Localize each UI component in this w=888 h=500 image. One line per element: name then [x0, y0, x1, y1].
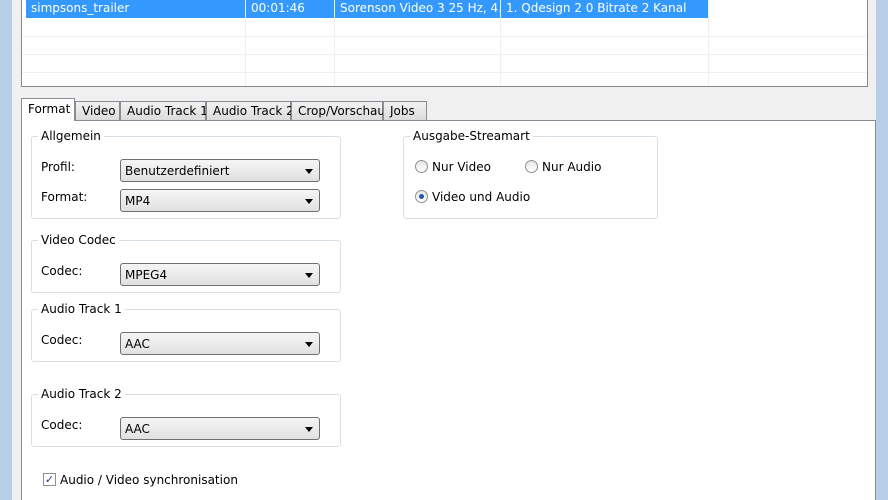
- profil-value: Benutzerdefiniert: [125, 164, 230, 178]
- tab-crop-vorschau[interactable]: Crop/Vorschau: [291, 101, 385, 120]
- profil-select[interactable]: Benutzerdefiniert: [120, 159, 320, 182]
- file-name-cell: simpsons_trailer: [26, 0, 245, 18]
- allgemein-title: Allgemein: [38, 129, 104, 143]
- tab-video[interactable]: Video: [75, 101, 120, 120]
- chevron-down-icon: [305, 342, 313, 347]
- audio-info-cell: 1. Qdesign 2 0 Bitrate 2 Kanal: [501, 0, 708, 18]
- format-value: MP4: [125, 194, 151, 208]
- av-sync-checkbox[interactable]: ✓: [43, 473, 56, 486]
- nur-audio-label[interactable]: Nur Audio: [542, 160, 601, 174]
- video-und-audio-label[interactable]: Video und Audio: [432, 190, 530, 204]
- row-divider: [22, 54, 867, 55]
- video-codec-label: Codec:: [41, 264, 83, 278]
- video-codec-select[interactable]: MPEG4: [120, 263, 320, 286]
- allgemein-group: Allgemein Profil: Benutzerdefiniert Form…: [31, 129, 341, 219]
- audio-track-2-group: Audio Track 2 Codec: AAC: [31, 387, 341, 447]
- audio-track-1-title: Audio Track 1: [38, 302, 125, 316]
- format-select[interactable]: MP4: [120, 189, 320, 212]
- chevron-down-icon: [305, 169, 313, 174]
- audio-track-2-codec-select[interactable]: AAC: [120, 417, 320, 440]
- nur-audio-radio[interactable]: [525, 160, 538, 173]
- tab-jobs[interactable]: Jobs: [383, 101, 427, 120]
- audio-track-1-group: Audio Track 1 Codec: AAC: [31, 302, 341, 362]
- app-window: simpsons_trailer 00:01:46 Sorenson Video…: [12, 0, 876, 500]
- audio-track-1-label: Codec:: [41, 333, 83, 347]
- chevron-down-icon: [305, 273, 313, 278]
- audio-track-2-codec-value: AAC: [125, 422, 150, 436]
- file-list[interactable]: simpsons_trailer 00:01:46 Sorenson Video…: [21, 0, 868, 87]
- window-frame-left: [0, 0, 12, 500]
- profil-label: Profil:: [41, 160, 75, 174]
- format-label: Format:: [41, 190, 88, 204]
- row-divider: [22, 72, 867, 73]
- video-codec-title: Video Codec: [38, 233, 119, 247]
- audio-track-2-title: Audio Track 2: [38, 387, 125, 401]
- video-codec-group: Video Codec Codec: MPEG4: [31, 233, 341, 293]
- tab-audio-track-2[interactable]: Audio Track 2: [206, 101, 294, 120]
- window-frame-right: [876, 0, 888, 500]
- audio-track-1-codec-value: AAC: [125, 337, 150, 351]
- tab-audio-track-1[interactable]: Audio Track 1: [120, 101, 208, 120]
- nur-video-label[interactable]: Nur Video: [432, 160, 491, 174]
- video-und-audio-radio[interactable]: [415, 190, 428, 203]
- video-codec-value: MPEG4: [125, 268, 168, 282]
- streamart-group: Ausgabe-Streamart Nur Video Nur Audio Vi…: [403, 129, 658, 219]
- chevron-down-icon: [305, 427, 313, 432]
- video-info-cell: Sorenson Video 3 25 Hz, 4…: [335, 0, 500, 18]
- audio-track-2-label: Codec:: [41, 418, 83, 432]
- chevron-down-icon: [305, 199, 313, 204]
- tab-format[interactable]: Format: [21, 98, 75, 121]
- duration-cell: 00:01:46: [246, 0, 334, 18]
- row-divider: [22, 36, 867, 37]
- audio-track-1-codec-select[interactable]: AAC: [120, 332, 320, 355]
- file-list-row[interactable]: simpsons_trailer 00:01:46 Sorenson Video…: [22, 0, 867, 18]
- av-sync-label[interactable]: Audio / Video synchronisation: [60, 473, 238, 487]
- format-tab-page: Allgemein Profil: Benutzerdefiniert Form…: [21, 120, 876, 500]
- streamart-title: Ausgabe-Streamart: [410, 129, 533, 143]
- nur-video-radio[interactable]: [415, 160, 428, 173]
